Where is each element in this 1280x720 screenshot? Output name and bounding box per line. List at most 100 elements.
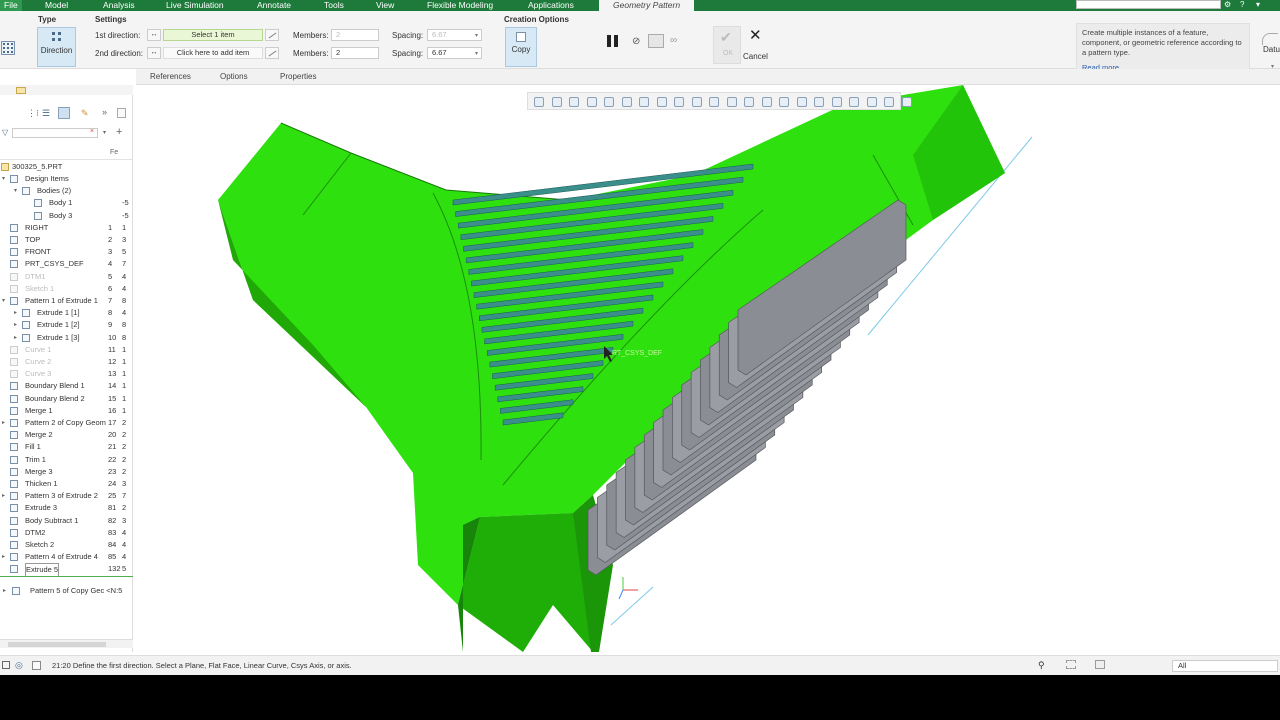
add-filter-icon[interactable]: + [116,126,122,138]
tab-options[interactable]: Options [220,72,248,81]
points-display-icon[interactable] [849,97,859,107]
menu-tab-tools[interactable]: Tools [324,0,344,11]
smart-select-icon[interactable] [1095,660,1105,669]
tree-item[interactable]: Merge 1 16 1 [0,405,133,417]
tree-item[interactable]: ▾ Design Items [0,173,133,185]
command-search-input[interactable] [1076,0,1221,9]
no-preview-icon[interactable]: ⊘ [632,36,640,47]
tree-expand-caret-icon[interactable]: ▾ [2,295,5,307]
saved-orientations-icon[interactable] [639,97,649,107]
tree-item[interactable]: Body 3 -5 [0,210,133,222]
direction-type-button[interactable]: Direction [37,27,76,67]
menu-tab-flexible-modeling[interactable]: Flexible Modeling [427,0,493,11]
tree-item[interactable]: Fill 1 21 2 [0,441,133,453]
tree-settings-icon[interactable]: ⋮⁝ [27,108,39,119]
tab-references[interactable]: References [150,72,191,81]
filter-dropdown-icon[interactable]: ▾ [103,129,106,136]
filter-icon[interactable]: ▽ [2,128,8,137]
tree-item[interactable]: ▸ Extrude 1 [2] 9 8 [0,319,133,331]
tree-expand-caret-icon[interactable]: ▾ [14,185,17,197]
section-icon[interactable] [744,97,754,107]
tree-scroll-thumb[interactable] [8,642,106,647]
graphics-viewport[interactable]: RT_CSYS_DEF [133,85,1280,652]
tree-item[interactable]: DTM1 5 4 [0,271,133,283]
menu-tab-annotate[interactable]: Annotate [257,0,291,11]
tree-root[interactable]: 300325_5.PRT [0,161,133,173]
first-direction-reference-icon[interactable] [265,29,279,41]
help-icon[interactable]: ? [1240,0,1244,10]
tree-item[interactable]: TOP 2 3 [0,234,133,246]
tree-item[interactable]: Trim 1 22 2 [0,454,133,466]
menu-tab-applications[interactable]: Applications [528,0,574,11]
selection-filter-select[interactable]: All [1172,660,1278,672]
spin-center-icon[interactable] [709,97,719,107]
menu-tab-analysis[interactable]: Analysis [103,0,135,11]
spacing-1-dropdown-icon[interactable]: ▾ [475,32,478,39]
display-style-icon[interactable] [656,97,667,107]
tree-item[interactable]: Curve 1 11 1 [0,344,133,356]
zoom-in-icon[interactable] [551,97,562,107]
tree-item[interactable]: RIGHT 1 1 [0,222,133,234]
edges-icon[interactable] [814,97,824,107]
show-icon[interactable] [58,107,70,119]
pattern-grid-icon[interactable] [1,41,15,55]
tree-expand-caret-icon[interactable]: ▸ [14,332,17,344]
annotation-display-icon[interactable] [691,97,702,107]
tree-item[interactable]: Curve 2 12 1 [0,356,133,368]
tree-expand-caret-icon[interactable]: ▸ [14,319,17,331]
glasses-preview-icon[interactable]: ∞ [670,35,677,46]
tree-item[interactable]: Boundary Blend 1 14 1 [0,380,133,392]
full-screen-icon[interactable] [32,661,41,670]
tree-item[interactable]: Merge 3 23 2 [0,466,133,478]
find-icon[interactable]: ⚲ [1038,660,1045,671]
spacing-2-dropdown-icon[interactable]: ▾ [475,50,478,57]
datum-icon[interactable] [1262,33,1278,45]
shading-icon[interactable] [796,97,807,107]
tree-item[interactable]: FRONT 3 5 [0,246,133,258]
tree-horizontal-scrollbar[interactable] [0,639,133,648]
tree-item[interactable]: ▸ Extrude 1 [1] 8 4 [0,307,133,319]
repaint-icon[interactable] [586,97,597,107]
selection-box-icon[interactable] [1066,660,1076,669]
spacing-1-input[interactable]: 6.67 [427,29,482,41]
options-icon[interactable]: ▾ [1256,0,1260,10]
tree-item[interactable]: PRT_CSYS_DEF 4 7 [0,258,133,270]
menu-tab-geometry-pattern[interactable]: Geometry Pattern [599,0,695,11]
tree-expand-caret-icon[interactable]: ▾ [2,173,5,185]
first-direction-collector[interactable]: Select 1 item [163,29,263,41]
tree-item[interactable]: ▾ Bodies (2) [0,185,133,197]
tree-item[interactable]: ▸ Extrude 1 [3] 10 8 [0,332,133,344]
hidden-line-icon[interactable] [761,97,772,107]
refit-icon[interactable] [534,97,544,107]
tree-layer-icon[interactable] [117,108,126,118]
axes-display-icon[interactable] [831,97,842,107]
tree-item[interactable]: Boundary Blend 2 15 1 [0,393,133,405]
second-direction-flip-button[interactable]: ↔ [147,47,161,59]
second-direction-reference-icon[interactable] [265,47,279,59]
zoom-out-icon[interactable] [569,97,579,107]
tree-item[interactable]: Sketch 1 64 [0,283,133,295]
pause-icon[interactable] [606,34,620,48]
cancel-button[interactable]: ✕ Cancel [743,26,771,64]
tree-item[interactable]: Body Subtract 1 82 3 [0,515,133,527]
csys-display-icon[interactable] [866,97,877,107]
menu-tab-view[interactable]: View [376,0,394,11]
copy-button[interactable]: Copy [505,27,537,67]
tree-item[interactable]: Extrude 3 81 2 [0,502,133,514]
verify-preview-icon[interactable] [648,34,664,48]
no-hidden-icon[interactable] [779,97,789,107]
orient-icon[interactable] [604,97,614,107]
second-direction-collector[interactable]: Click here to add item [163,47,263,59]
tree-expand-caret-icon[interactable]: ▸ [2,551,5,563]
clear-filter-icon[interactable]: × [90,128,94,135]
members-1-input[interactable]: 2 [331,29,379,41]
navigator-toggle-icon[interactable] [2,661,10,669]
tree-item[interactable]: Merge 2 20 2 [0,429,133,441]
tree-item[interactable]: ▸ Pattern 3 of Extrude 2 25 7 [0,490,133,502]
spacing-2-input[interactable]: 6.67 [427,47,482,59]
more-icon[interactable]: » [102,107,107,117]
tab-properties[interactable]: Properties [280,72,316,81]
tree-search-input[interactable] [12,128,98,138]
tree-item[interactable]: ▸ Pattern 2 of Copy Geom 17 2 [0,417,133,429]
browser-toggle-icon[interactable]: ◎ [15,660,23,671]
